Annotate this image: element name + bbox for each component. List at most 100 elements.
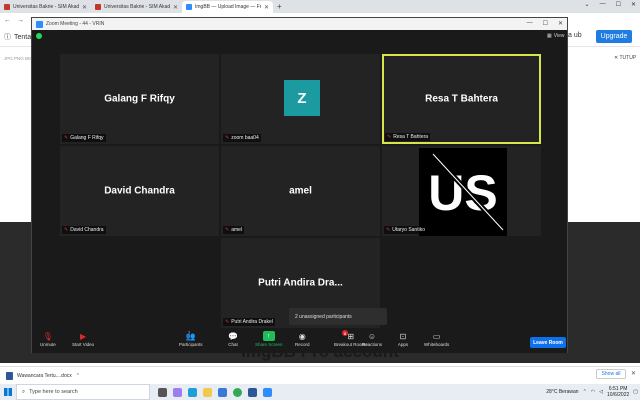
whiteboards-button[interactable]: ▭ Whiteboards xyxy=(424,331,449,348)
close-tab-icon[interactable]: ✕ xyxy=(264,4,269,11)
whiteboard-icon: ▭ xyxy=(432,331,441,341)
video-tile[interactable]: Galang F Rifqy ✎ Galang F Rifqy xyxy=(60,54,219,144)
participant-tag-label: Putri Andira Drakel xyxy=(231,319,273,325)
page-heading-label: Tenta xyxy=(14,33,32,41)
participant-tag-label: zoom baa04 xyxy=(231,135,259,141)
store-icon[interactable] xyxy=(218,387,227,397)
windows-logo-icon xyxy=(4,388,12,396)
system-tray: 28°C Berawan ⌃ ◠ ◁ 6:51 PM 10/6/2022 ▢ xyxy=(546,384,638,400)
maximize-icon[interactable]: ☐ xyxy=(616,1,621,8)
chrome-icon[interactable] xyxy=(233,387,242,397)
encryption-shield-icon[interactable] xyxy=(36,33,42,39)
chevron-down-icon[interactable]: ⌄ xyxy=(585,1,590,8)
tab-label: ImgBB — Upload Image — Free... xyxy=(195,4,261,10)
close-upload-button[interactable]: ✕ TUTUP xyxy=(614,55,636,61)
participant-name: Galang F Rifqy xyxy=(104,93,175,105)
video-tile-active-speaker[interactable]: Resa T Bahtera ✎ Resa T Bahtera xyxy=(382,54,541,144)
start-button[interactable] xyxy=(0,384,16,400)
muted-mic-icon: ✎ xyxy=(225,135,230,141)
window-controls: ⌄ — ☐ ✕ xyxy=(585,1,636,8)
notification-icon[interactable]: ▢ xyxy=(633,389,638,395)
video-tile[interactable]: Z ✎ zoom baa04 xyxy=(221,54,380,144)
zoom-icon[interactable] xyxy=(263,387,272,397)
participants-button[interactable]: 👥 7 Participants xyxy=(179,330,203,347)
reactions-button[interactable]: ☺ Reactions xyxy=(362,331,383,348)
close-tab-icon[interactable]: ✕ xyxy=(82,4,87,11)
start-video-button[interactable]: ▶ Start Video xyxy=(72,331,95,348)
weather-label[interactable]: 28°C Berawan xyxy=(546,389,578,395)
zoom-logo-icon xyxy=(36,20,43,28)
participant-tag-label: amel xyxy=(231,227,243,233)
file-explorer-icon[interactable] xyxy=(203,387,212,397)
apps-label: Apps xyxy=(397,342,409,347)
tab-label: Universitas Bakrie - SIM Akademi... xyxy=(104,4,170,10)
back-icon[interactable]: ← xyxy=(4,17,11,24)
show-all-button[interactable]: Show all xyxy=(596,369,626,379)
participants-count: 7 xyxy=(188,330,191,335)
chevron-up-icon[interactable]: ⌃ xyxy=(76,373,80,379)
close-icon[interactable]: ✕ xyxy=(631,1,636,8)
reactions-icon: ☺ xyxy=(367,331,377,341)
new-tab-button[interactable]: + xyxy=(273,1,286,13)
taskbar: ⌕ Type here to search xyxy=(0,384,640,400)
zoom-toolbar: 🎙 Unmute ▶ Start Video 👥 7 Participants … xyxy=(32,329,567,353)
muted-mic-icon: ✎ xyxy=(64,135,69,141)
record-button[interactable]: ◉ Record xyxy=(295,331,310,348)
word-icon[interactable] xyxy=(248,387,257,397)
browser-tab-active[interactable]: ImgBB — Upload Image — Free... ✕ xyxy=(182,1,273,13)
download-bar: Wawancara Tertu....docx ⌃ xyxy=(0,366,640,384)
close-icon[interactable]: ✕ xyxy=(558,20,563,27)
search-placeholder: Type here to search xyxy=(29,389,78,395)
imgbb-favicon-icon xyxy=(186,4,192,10)
unmute-label: Unmute xyxy=(40,342,56,347)
participant-tag: ✎ Resa T Bahtera xyxy=(385,133,431,141)
minimize-icon[interactable]: — xyxy=(527,20,533,27)
video-tile[interactable]: US ✎ Utaryo Santiko xyxy=(382,146,541,236)
search-icon: ⌕ xyxy=(22,388,26,395)
upload-menu[interactable]: a ub xyxy=(568,32,582,39)
unmute-button[interactable]: 🎙 Unmute xyxy=(40,331,56,348)
close-icon[interactable]: ✕ xyxy=(631,370,636,377)
participant-tag: ✎ Putri Andira Drakel xyxy=(223,318,275,326)
page-heading[interactable]: ⓘ Tenta xyxy=(4,32,31,42)
clock-date: 10/6/2022 xyxy=(607,392,630,398)
muted-mic-icon: ✎ xyxy=(225,227,230,233)
clock[interactable]: 6:51 PM 10/6/2022 xyxy=(607,386,629,398)
tab-label: Universitas Bakrie - SIM Akademi... xyxy=(13,4,79,10)
edge-icon[interactable] xyxy=(188,387,197,397)
muted-mic-icon: ✎ xyxy=(64,227,69,233)
apps-button[interactable]: ⊡ Apps xyxy=(397,331,409,348)
participant-tag-label: Utaryo Santiko xyxy=(392,227,425,233)
download-file-name: Wawancara Tertu....docx xyxy=(17,372,72,379)
chevron-up-icon[interactable]: ⌃ xyxy=(583,389,587,395)
unassigned-participants-banner[interactable]: 2 unassigned participants xyxy=(289,308,387,325)
task-view-icon[interactable] xyxy=(158,387,167,397)
download-item[interactable]: Wawancara Tertu....docx ⌃ xyxy=(6,371,80,380)
video-tile[interactable]: David Chandra ✎ David Chandra xyxy=(60,146,219,236)
close-tab-icon[interactable]: ✕ xyxy=(173,4,178,11)
start-video-label: Start Video xyxy=(72,342,95,347)
chat-button[interactable]: 💬 Chat xyxy=(227,331,239,348)
word-doc-icon xyxy=(6,371,13,380)
taskbar-search[interactable]: ⌕ Type here to search xyxy=(16,384,150,400)
forward-icon[interactable]: → xyxy=(17,17,24,24)
zoom-meeting-window: Zoom Meeting - 44 - VRIN — ☐ ✕ ▦ View Ga… xyxy=(31,17,568,353)
minimize-icon[interactable]: — xyxy=(600,1,606,8)
browser-tab[interactable]: Universitas Bakrie - SIM Akademi... ✕ xyxy=(0,1,91,13)
widgets-icon[interactable] xyxy=(173,387,182,397)
reactions-label: Reactions xyxy=(362,342,383,347)
record-icon: ◉ xyxy=(298,331,306,341)
wifi-icon[interactable]: ◠ xyxy=(591,389,595,395)
apps-icon: ⊡ xyxy=(399,331,407,341)
video-tile[interactable]: amel ✎ amel xyxy=(221,146,380,236)
participant-tag: ✎ David Chandra xyxy=(62,226,106,234)
maximize-icon[interactable]: ☐ xyxy=(543,20,548,27)
upgrade-button[interactable]: Upgrade xyxy=(596,30,632,43)
us-logo-image: US xyxy=(419,148,507,236)
browser-tab[interactable]: Universitas Bakrie - SIM Akademi... ✕ xyxy=(91,1,182,13)
share-screen-button[interactable]: ↑ Share Screen xyxy=(255,331,283,347)
view-button[interactable]: ▦ View xyxy=(547,33,564,39)
speaker-icon[interactable]: ◁ xyxy=(599,389,603,395)
leave-room-button[interactable]: Leave Room xyxy=(530,337,566,348)
university-favicon-icon xyxy=(95,4,101,10)
